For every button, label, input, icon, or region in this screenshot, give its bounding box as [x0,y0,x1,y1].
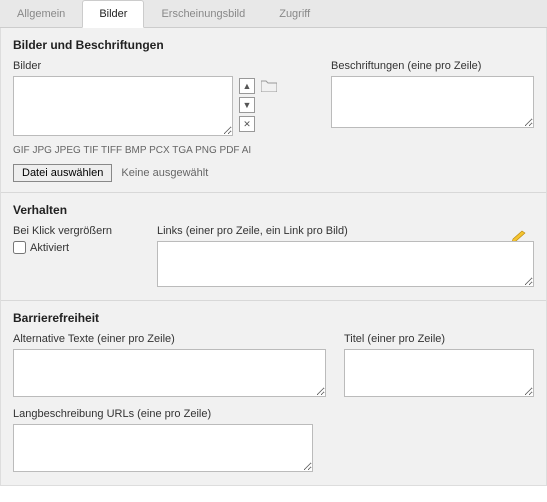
captions-textarea[interactable] [331,76,534,128]
edit-icon[interactable] [512,229,528,241]
alt-textarea[interactable] [13,349,326,397]
section-title-bilder: Bilder und Beschriftungen [13,38,534,52]
captions-label: Beschriftungen (eine pro Zeile) [331,60,534,72]
file-status: Keine ausgewählt [121,167,208,179]
section-title-verhalten: Verhalten [13,203,534,217]
title-label: Titel (einer pro Zeile) [344,333,534,345]
move-up-button[interactable]: ▲ [239,78,255,94]
tab-erscheinungsbild[interactable]: Erscheinungsbild [144,0,262,27]
enlarge-label: Bei Klick vergrößern [13,225,143,237]
bilder-textarea[interactable] [13,76,233,136]
alt-label: Alternative Texte (einer pro Zeile) [13,333,326,345]
choose-file-button[interactable]: Datei auswählen [13,164,112,182]
remove-button[interactable]: ✕ [239,116,255,132]
move-down-button[interactable]: ▼ [239,97,255,113]
bilder-label: Bilder [13,60,313,72]
activated-checkbox[interactable] [13,241,26,254]
folder-icon[interactable] [261,79,277,92]
section-title-barrierefreiheit: Barrierefreiheit [13,311,534,325]
panel-bilder: Bilder und Beschriftungen Bilder ▲ ▼ ✕ B… [0,28,547,486]
links-textarea[interactable] [157,241,534,287]
title-textarea[interactable] [344,349,534,397]
tab-bilder[interactable]: Bilder [82,0,144,28]
formats-text: GIF JPG JPEG TIF TIFF BMP PCX TGA PNG PD… [13,144,293,158]
longdesc-textarea[interactable] [13,424,313,472]
tab-bar: Allgemein Bilder Erscheinungsbild Zugrif… [0,0,547,28]
activated-label: Aktiviert [30,242,69,254]
tab-zugriff[interactable]: Zugriff [262,0,327,27]
divider [1,300,546,301]
longdesc-label: Langbeschreibung URLs (eine pro Zeile) [13,408,534,420]
links-label: Links (einer pro Zeile, ein Link pro Bil… [157,225,534,237]
tab-allgemein[interactable]: Allgemein [0,0,82,27]
divider [1,192,546,193]
